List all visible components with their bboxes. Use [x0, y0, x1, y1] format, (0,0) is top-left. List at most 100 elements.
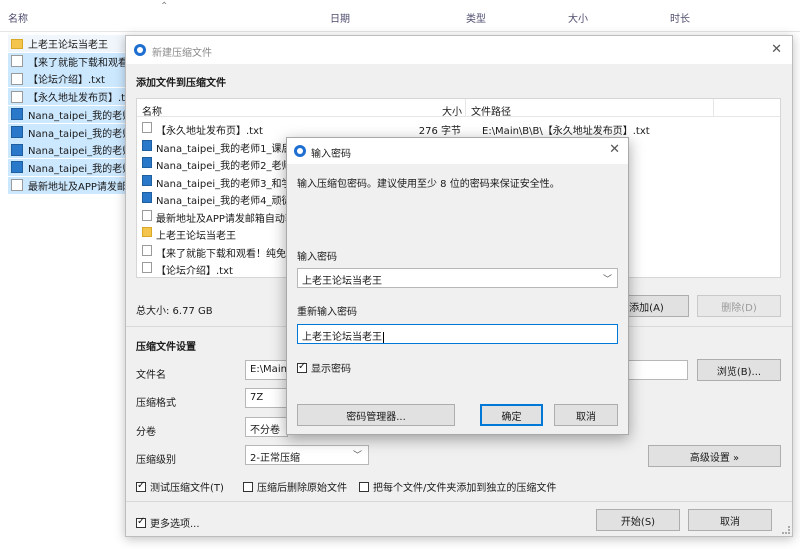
- chevron-down-icon: ﹀: [352, 451, 362, 461]
- more-options-label: 更多选项...: [150, 519, 200, 530]
- password-manager-button[interactable]: 密码管理器...: [297, 404, 455, 426]
- file-size: 276 字节: [418, 126, 461, 137]
- browse-button[interactable]: 浏览(B)...: [697, 359, 781, 381]
- document-icon: [11, 55, 23, 68]
- delete-after-checkbox[interactable]: 压缩后删除原始文件: [243, 479, 347, 494]
- explorer-list-item[interactable]: 【永久地址发布页】.tx: [8, 88, 128, 106]
- dialog-titlebar: 新建压缩文件 ✕: [126, 36, 792, 64]
- explorer-list-item[interactable]: 【论坛介绍】.txt: [8, 70, 128, 88]
- document-icon: [11, 72, 23, 85]
- video-icon: [11, 161, 23, 174]
- level-select[interactable]: 2-正常压缩 ﹀: [245, 445, 369, 465]
- ok-button[interactable]: 确定: [480, 404, 543, 426]
- explorer-column-header: ⌃ 名称 日期 类型 大小 时长: [0, 0, 800, 32]
- folder-icon: [142, 227, 152, 237]
- advanced-settings-button[interactable]: 高级设置 »: [648, 445, 781, 467]
- password-cancel-button[interactable]: 取消: [554, 404, 618, 426]
- more-options-checkbox[interactable]: 更多选项...: [136, 515, 200, 530]
- video-icon: [142, 139, 152, 151]
- explorer-list-item[interactable]: Nana_taipei_我的老师: [8, 141, 128, 159]
- dialog-title: 新建压缩文件: [152, 48, 212, 59]
- level-label: 压缩级别: [136, 455, 176, 466]
- level-select-value: 2-正常压缩: [250, 453, 300, 464]
- column-date[interactable]: 日期: [330, 10, 350, 25]
- password-hint: 输入压缩包密码。建议使用至少 8 位的密码来保证安全性。: [297, 179, 560, 190]
- checkbox-unchecked-icon: [359, 481, 369, 492]
- column-size[interactable]: 大小: [568, 10, 588, 25]
- document-icon: [142, 262, 152, 273]
- explorer-item-label: Nana_taipei_我的老师: [28, 128, 128, 140]
- chevron-down-icon: ﹀: [602, 275, 612, 285]
- delete-after-label: 压缩后删除原始文件: [257, 483, 347, 494]
- close-icon[interactable]: ✕: [609, 142, 620, 157]
- cancel-button[interactable]: 取消: [688, 509, 772, 531]
- explorer-list-item[interactable]: 【来了就能下载和观看: [8, 52, 128, 70]
- document-icon: [11, 179, 23, 192]
- total-size: 总大小: 6.77 GB: [136, 306, 213, 317]
- explorer-list-item[interactable]: 上老王论坛当老王: [8, 35, 128, 52]
- column-name[interactable]: 名称: [8, 10, 28, 25]
- split-label: 分卷: [136, 427, 156, 438]
- column-type[interactable]: 类型: [466, 10, 486, 25]
- video-icon: [11, 143, 23, 156]
- delete-button[interactable]: 删除(D): [697, 295, 781, 317]
- header-size[interactable]: 大小: [442, 103, 462, 118]
- folder-icon: [11, 38, 23, 49]
- test-archive-label: 测试压缩文件(T): [150, 483, 224, 494]
- file-list-header: 名称 大小 文件路径: [137, 99, 780, 118]
- video-icon: [142, 174, 152, 186]
- explorer-item-label: 上老王论坛当老王: [28, 40, 108, 51]
- file-name: 【永久地址发布页】.txt: [156, 126, 263, 137]
- explorer-item-label: Nana_taipei_我的老师: [28, 163, 128, 175]
- close-icon[interactable]: ✕: [771, 42, 782, 57]
- password-input[interactable]: 上老王论坛当老王 ﹀: [297, 268, 618, 288]
- explorer-list-item[interactable]: Nana_taipei_我的老师: [8, 105, 128, 123]
- explorer-item-label: Nana_taipei_我的老师: [28, 146, 128, 158]
- split-select-value: 不分卷: [250, 425, 280, 436]
- explorer-list-item[interactable]: Nana_taipei_我的老师: [8, 123, 128, 141]
- format-select-value: 7Z: [250, 392, 264, 403]
- reenter-password-value: 上老王论坛当老王: [302, 332, 382, 343]
- header-path[interactable]: 文件路径: [471, 103, 511, 118]
- show-password-label: 显示密码: [311, 364, 351, 375]
- settings-section-title: 压缩文件设置: [136, 342, 196, 353]
- explorer-item-label: 最新地址及APP请发邮: [28, 181, 127, 193]
- format-select[interactable]: 7Z: [245, 388, 288, 408]
- video-icon: [11, 108, 23, 121]
- test-archive-checkbox[interactable]: 测试压缩文件(T): [136, 479, 224, 494]
- video-icon: [142, 192, 152, 203]
- divider: [126, 501, 792, 502]
- header-name[interactable]: 名称: [142, 103, 162, 118]
- document-icon: [142, 209, 152, 221]
- explorer-list-item[interactable]: 最新地址及APP请发邮: [8, 176, 128, 194]
- file-list-row[interactable]: 【永久地址发布页】.txt 276 字节 E:\Main\B\B\【永久地址发布页】…: [137, 119, 780, 137]
- filename-label: 文件名: [136, 370, 166, 381]
- file-path: E:\Main\B\B\【永久地址发布页】.txt: [482, 126, 650, 137]
- header-divider: [465, 99, 466, 117]
- password-input-value: 上老王论坛当老王: [302, 276, 382, 287]
- reenter-password-input[interactable]: 上老王论坛当老王: [297, 324, 618, 344]
- app-logo-icon: [134, 44, 146, 56]
- split-select[interactable]: 不分卷: [245, 417, 288, 437]
- separate-archives-label: 把每个文件/文件夹添加到独立的压缩文件: [373, 483, 557, 494]
- explorer-item-label: 【永久地址发布页】.tx: [28, 93, 128, 105]
- explorer-list-item[interactable]: Nana_taipei_我的老师: [8, 158, 128, 176]
- column-duration[interactable]: 时长: [670, 10, 690, 25]
- explorer-item-label: 【来了就能下载和观看: [28, 57, 128, 69]
- password-dialog-title: 输入密码: [311, 149, 351, 160]
- explorer-item-label: 【论坛介绍】.txt: [28, 75, 105, 87]
- add-files-section-title: 添加文件到压缩文件: [136, 78, 226, 89]
- show-password-checkbox[interactable]: 显示密码: [297, 360, 351, 375]
- header-divider: [713, 99, 714, 117]
- checkbox-checked-icon: [136, 480, 146, 492]
- password-dialog-titlebar: 输入密码 ✕: [287, 138, 628, 164]
- checkbox-checked-icon: [297, 361, 307, 373]
- resize-grip-icon[interactable]: [782, 526, 790, 534]
- password-dialog: 输入密码 ✕ 输入压缩包密码。建议使用至少 8 位的密码来保证安全性。 输入密码…: [286, 137, 629, 435]
- start-button[interactable]: 开始(S): [596, 509, 680, 531]
- video-icon: [142, 157, 152, 168]
- password-label: 输入密码: [297, 252, 337, 263]
- checkbox-checked-icon: [136, 516, 146, 528]
- separate-archives-checkbox[interactable]: 把每个文件/文件夹添加到独立的压缩文件: [359, 479, 556, 494]
- document-icon: [142, 244, 152, 256]
